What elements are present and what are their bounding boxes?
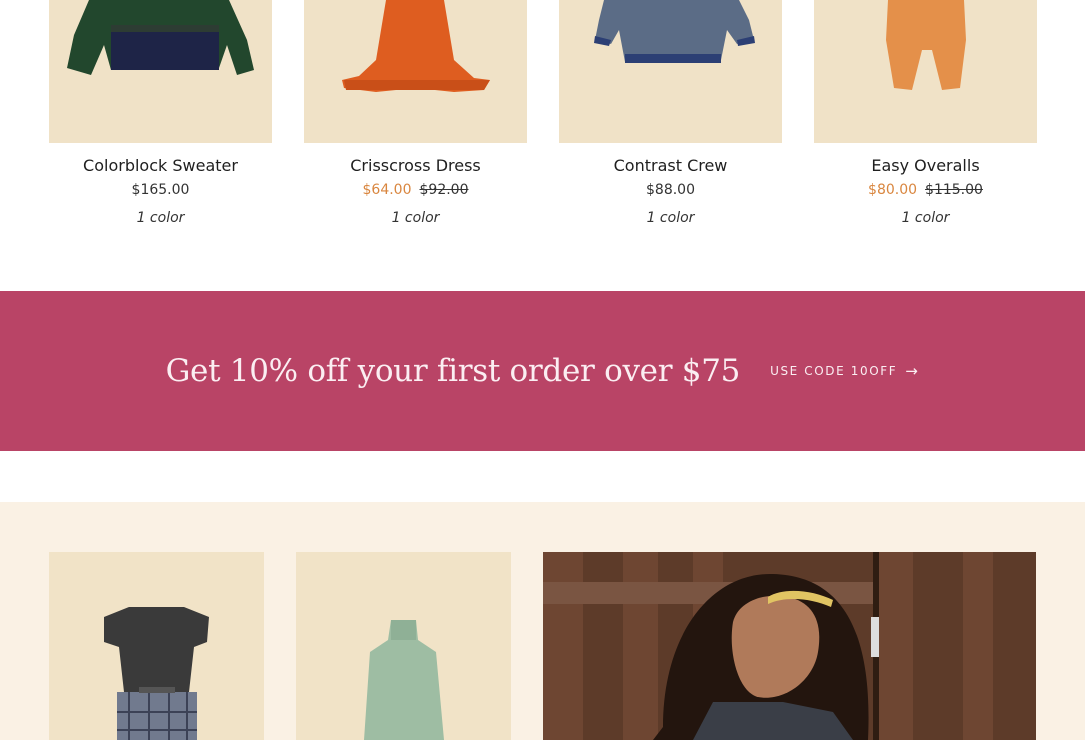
product-card[interactable]: Contrast Crew $88.00 1 color: [559, 0, 782, 228]
product-price: $64.00 $92.00: [304, 180, 527, 200]
regular-price: $165.00: [131, 182, 190, 198]
product-name[interactable]: Contrast Crew: [559, 155, 782, 177]
product-name[interactable]: Crisscross Dress: [304, 155, 527, 177]
product-image-tile[interactable]: [49, 552, 264, 740]
lifestyle-photo[interactable]: [543, 552, 1036, 740]
color-count: 1 color: [901, 210, 950, 226]
product-image-easy-overalls[interactable]: [814, 0, 1037, 143]
product-image-contrast-crew[interactable]: [559, 0, 782, 143]
product-card[interactable]: Colorblock Sweater $165.00 1 color: [49, 0, 272, 228]
original-price: $92.00: [419, 182, 469, 198]
product-image-tile[interactable]: [296, 552, 511, 740]
color-count: 1 color: [136, 210, 185, 226]
product-card[interactable]: Easy Overalls $80.00 $115.00 1 color: [814, 0, 1037, 228]
promo-headline: Get 10% off your first order over $75: [165, 353, 741, 389]
product-price: $88.00: [559, 180, 782, 200]
product-name[interactable]: Easy Overalls: [814, 155, 1037, 177]
product-price: $80.00 $115.00: [814, 180, 1037, 200]
product-name[interactable]: Colorblock Sweater: [49, 155, 272, 177]
product-image-colorblock-sweater[interactable]: [49, 0, 272, 143]
color-count: 1 color: [646, 210, 695, 226]
promo-code-link[interactable]: USE CODE 10OFF →: [770, 362, 919, 380]
sale-price: $64.00: [362, 182, 412, 198]
product-price: $165.00: [49, 180, 272, 200]
arrow-right-icon: →: [905, 362, 920, 380]
color-count: 1 color: [391, 210, 440, 226]
product-grid: Colorblock Sweater $165.00 1 color Criss…: [0, 0, 1085, 291]
sale-price: $80.00: [868, 182, 918, 198]
featured-section: [0, 502, 1085, 740]
promo-banner: Get 10% off your first order over $75 US…: [0, 291, 1085, 451]
regular-price: $88.00: [646, 182, 695, 198]
product-card[interactable]: Crisscross Dress $64.00 $92.00 1 color: [304, 0, 527, 228]
original-price: $115.00: [925, 182, 983, 198]
promo-code-label: USE CODE 10OFF: [770, 364, 898, 378]
product-image-crisscross-dress[interactable]: [304, 0, 527, 143]
